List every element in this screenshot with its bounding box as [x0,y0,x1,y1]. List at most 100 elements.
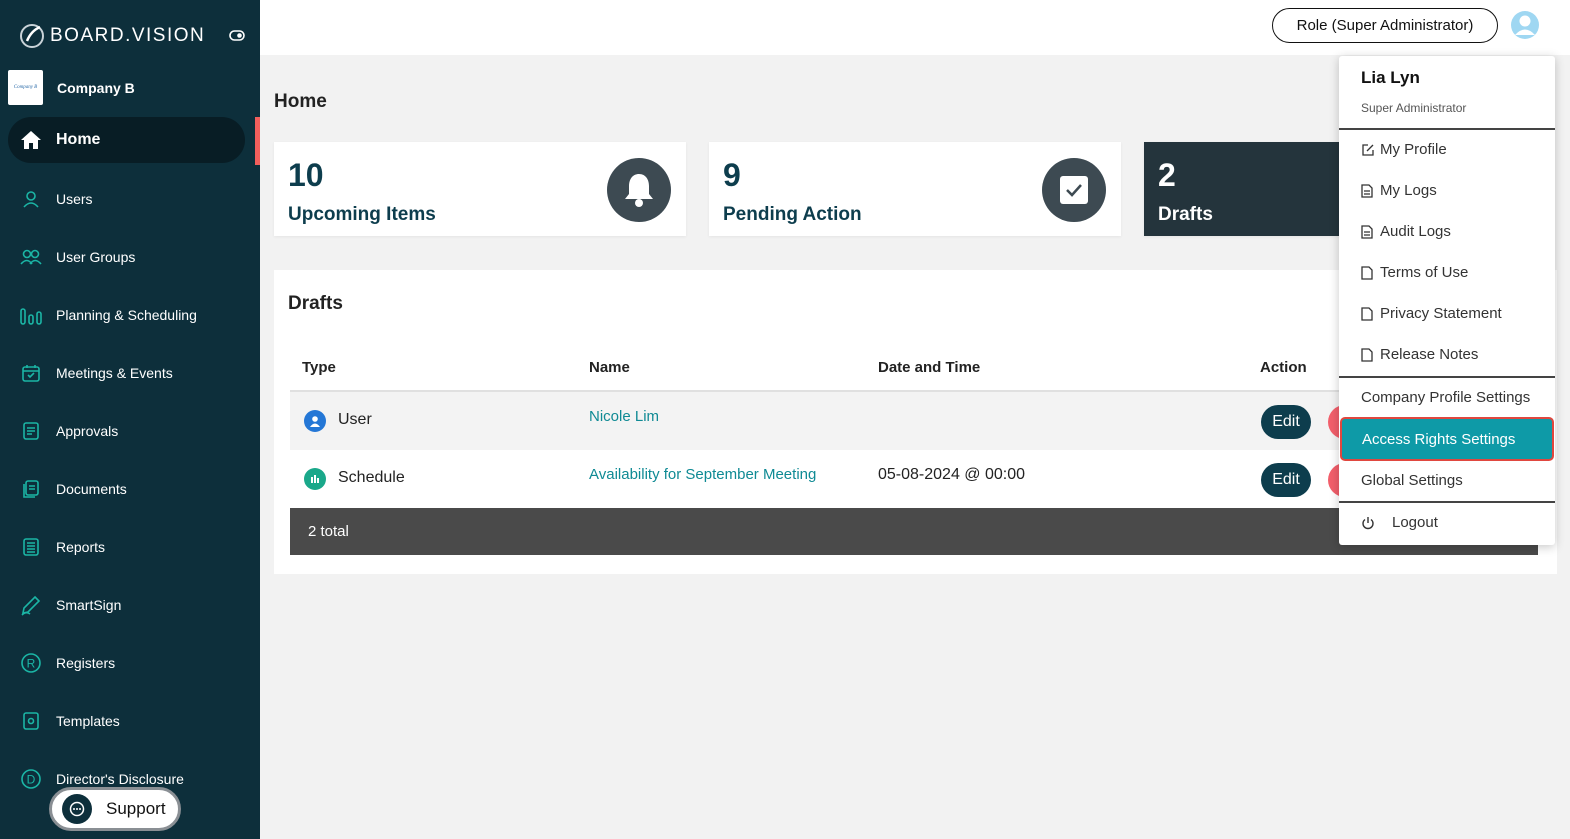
registered-icon: R [19,651,43,675]
pen-icon [19,593,43,617]
row-name-link[interactable]: Availability for September Meeting [589,466,816,483]
menu-item-access-rights-settings[interactable]: Access Rights Settings [1340,417,1554,461]
edit-button[interactable]: Edit [1261,405,1311,439]
user-avatar-icon[interactable] [1510,10,1540,40]
approval-icon [19,419,43,443]
menu-item-global-settings[interactable]: Global Settings [1361,472,1463,489]
file-icon [1361,347,1376,362]
sidebar-item-label: Planning & Scheduling [56,307,197,323]
menu-item-my-profile[interactable]: My Profile [1361,141,1447,158]
sidebar-item-label: Director's Disclosure [56,771,184,787]
company-switcher[interactable]: Company B Company B [8,70,135,105]
svg-text:R: R [27,657,36,671]
sidebar-item-planning-scheduling[interactable]: Planning & Scheduling [8,292,245,338]
upcoming-items-card[interactable]: 10 Upcoming Items [274,142,686,236]
page-title: Home [274,91,327,112]
app-logo[interactable]: BOARD.VISION [18,22,205,50]
support-button[interactable]: Support [49,787,181,831]
sidebar-item-label: Reports [56,539,106,555]
sidebar: BOARD.VISION Company B Company B Home Us… [0,0,260,839]
menu-item-label: Logout [1392,514,1438,531]
menu-item-company-profile-settings[interactable]: Company Profile Settings [1361,389,1530,406]
role-switch-button[interactable]: Role (Super Administrator) [1272,8,1498,43]
drafts-section-title: Drafts [288,293,343,314]
company-logo: Company B [8,70,43,105]
template-icon [19,709,43,733]
user-group-icon [19,245,43,269]
menu-item-privacy-statement[interactable]: Privacy Statement [1361,305,1502,322]
schedule-type-icon [304,468,326,490]
sidebar-item-label: Meetings & Events [56,365,173,381]
sidebar-toggle-icon[interactable] [229,30,245,41]
disclosure-icon: D [19,767,43,791]
sidebar-item-label: Home [56,131,101,148]
menu-item-terms-of-use[interactable]: Terms of Use [1361,264,1468,281]
menu-divider [1339,501,1555,503]
sidebar-item-templates[interactable]: Templates [8,698,245,744]
menu-item-release-notes[interactable]: Release Notes [1361,346,1478,363]
svg-text:D: D [27,773,36,787]
menu-item-label: My Profile [1380,141,1447,158]
sidebar-item-meetings-events[interactable]: Meetings & Events [8,350,245,396]
menu-item-label: Terms of Use [1380,264,1469,281]
active-indicator [255,117,260,165]
row-type: Schedule [338,469,405,486]
board-vision-logo-icon [20,24,44,48]
support-label: Support [106,799,166,818]
menu-item-audit-logs[interactable]: Audit Logs [1361,223,1451,240]
sidebar-item-documents[interactable]: Documents [8,466,245,512]
drafts-card[interactable]: 2 Drafts [1144,142,1340,236]
sidebar-item-reports[interactable]: Reports [8,524,245,570]
checkbox-icon [1042,158,1106,222]
edit-icon [1361,142,1376,157]
power-icon [1361,515,1376,530]
menu-user-name: Lia Lyn [1361,68,1420,87]
documents-icon [19,477,43,501]
sidebar-item-label: SmartSign [56,597,122,613]
sidebar-item-label: Registers [56,655,116,671]
sidebar-item-users[interactable]: Users [8,176,245,222]
menu-divider [1339,128,1555,130]
menu-item-logout[interactable]: Logout [1361,514,1438,531]
pending-label: Pending Action [723,204,862,225]
sidebar-item-label: User Groups [56,249,136,265]
bell-icon [607,158,671,222]
menu-item-my-logs[interactable]: My Logs [1361,182,1437,199]
menu-user-role: Super Administrator [1361,101,1467,115]
drafts-count: 2 [1158,157,1176,193]
upcoming-count: 10 [288,157,324,193]
sidebar-item-label: Users [56,191,93,207]
row-datetime: 05-08-2024 @ 00:00 [878,466,1026,483]
user-icon [19,187,43,211]
row-type: User [338,411,372,428]
report-icon [19,535,43,559]
company-name: Company B [57,79,135,96]
column-header-date: Date and Time [878,359,981,376]
drafts-label: Drafts [1158,204,1213,225]
sidebar-item-label: Approvals [56,423,119,439]
chat-icon [62,794,92,824]
edit-button[interactable]: Edit [1261,463,1311,497]
row-name-link[interactable]: Nicole Lim [589,408,659,425]
menu-item-label: Privacy Statement [1380,305,1502,322]
sidebar-item-user-groups[interactable]: User Groups [8,234,245,280]
menu-item-label: My Logs [1380,182,1437,199]
sidebar-item-label: Documents [56,481,127,497]
sidebar-item-smartsign[interactable]: SmartSign [8,582,245,628]
file-icon [1361,265,1376,280]
upcoming-label: Upcoming Items [288,204,436,225]
sidebar-item-approvals[interactable]: Approvals [8,408,245,454]
file-text-icon [1361,183,1376,198]
column-header-type: Type [302,359,336,376]
pending-action-card[interactable]: 9 Pending Action [709,142,1121,236]
menu-item-label: Release Notes [1380,346,1479,363]
file-icon [1361,306,1376,321]
menu-item-label: Audit Logs [1380,223,1451,240]
pending-count: 9 [723,157,741,193]
sidebar-item-label: Templates [56,713,120,729]
column-header-action: Action [1260,359,1307,376]
sidebar-item-registers[interactable]: R Registers [8,640,245,686]
menu-divider [1339,376,1555,378]
home-icon [19,128,43,152]
sidebar-item-home[interactable]: Home [8,117,245,163]
